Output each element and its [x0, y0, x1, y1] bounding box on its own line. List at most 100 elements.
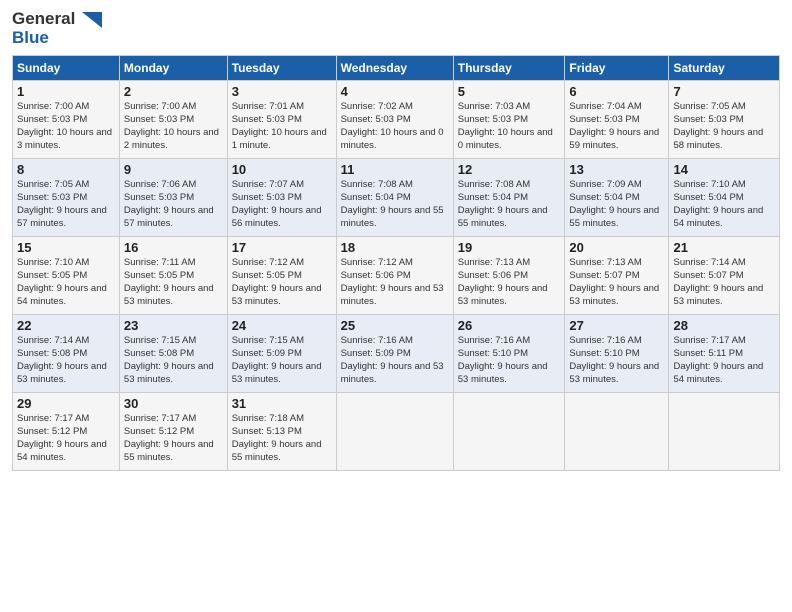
- day-number: 24: [232, 318, 332, 333]
- calendar-week-4: 22 Sunrise: 7:14 AMSunset: 5:08 PMDaylig…: [13, 315, 780, 393]
- day-info: Sunrise: 7:00 AMSunset: 5:03 PMDaylight:…: [124, 101, 223, 152]
- calendar-cell: 15 Sunrise: 7:10 AMSunset: 5:05 PMDaylig…: [13, 237, 120, 315]
- day-info: Sunrise: 7:13 AMSunset: 5:06 PMDaylight:…: [458, 257, 561, 308]
- day-info: Sunrise: 7:17 AMSunset: 5:12 PMDaylight:…: [124, 413, 223, 464]
- day-number: 22: [17, 318, 115, 333]
- calendar-cell: 11 Sunrise: 7:08 AMSunset: 5:04 PMDaylig…: [336, 159, 453, 237]
- weekday-header-monday: Monday: [119, 56, 227, 81]
- day-info: Sunrise: 7:15 AMSunset: 5:09 PMDaylight:…: [232, 335, 332, 386]
- calendar-cell: 26 Sunrise: 7:16 AMSunset: 5:10 PMDaylig…: [453, 315, 565, 393]
- day-number: 23: [124, 318, 223, 333]
- calendar-body: 1 Sunrise: 7:00 AMSunset: 5:03 PMDayligh…: [13, 81, 780, 471]
- day-info: Sunrise: 7:12 AMSunset: 5:06 PMDaylight:…: [341, 257, 449, 308]
- day-info: Sunrise: 7:18 AMSunset: 5:13 PMDaylight:…: [232, 413, 332, 464]
- calendar-cell: 14 Sunrise: 7:10 AMSunset: 5:04 PMDaylig…: [669, 159, 780, 237]
- calendar-cell: 30 Sunrise: 7:17 AMSunset: 5:12 PMDaylig…: [119, 393, 227, 471]
- day-number: 1: [17, 84, 115, 99]
- weekday-header-friday: Friday: [565, 56, 669, 81]
- calendar-table: SundayMondayTuesdayWednesdayThursdayFrid…: [12, 55, 780, 471]
- day-info: Sunrise: 7:06 AMSunset: 5:03 PMDaylight:…: [124, 179, 223, 230]
- day-number: 6: [569, 84, 664, 99]
- calendar-cell: 6 Sunrise: 7:04 AMSunset: 5:03 PMDayligh…: [565, 81, 669, 159]
- day-info: Sunrise: 7:05 AMSunset: 5:03 PMDaylight:…: [17, 179, 115, 230]
- day-info: Sunrise: 7:09 AMSunset: 5:04 PMDaylight:…: [569, 179, 664, 230]
- calendar-cell: 28 Sunrise: 7:17 AMSunset: 5:11 PMDaylig…: [669, 315, 780, 393]
- calendar-cell: 4 Sunrise: 7:02 AMSunset: 5:03 PMDayligh…: [336, 81, 453, 159]
- day-info: Sunrise: 7:10 AMSunset: 5:05 PMDaylight:…: [17, 257, 115, 308]
- page-container: General Blue SundayMondayTuesdayWednesda…: [0, 0, 792, 481]
- day-number: 10: [232, 162, 332, 177]
- day-info: Sunrise: 7:04 AMSunset: 5:03 PMDaylight:…: [569, 101, 664, 152]
- day-number: 26: [458, 318, 561, 333]
- calendar-cell: 5 Sunrise: 7:03 AMSunset: 5:03 PMDayligh…: [453, 81, 565, 159]
- day-number: 25: [341, 318, 449, 333]
- day-info: Sunrise: 7:16 AMSunset: 5:09 PMDaylight:…: [341, 335, 449, 386]
- day-number: 3: [232, 84, 332, 99]
- day-info: Sunrise: 7:08 AMSunset: 5:04 PMDaylight:…: [341, 179, 449, 230]
- calendar-cell: 22 Sunrise: 7:14 AMSunset: 5:08 PMDaylig…: [13, 315, 120, 393]
- calendar-cell: 10 Sunrise: 7:07 AMSunset: 5:03 PMDaylig…: [227, 159, 336, 237]
- day-number: 12: [458, 162, 561, 177]
- calendar-cell: 3 Sunrise: 7:01 AMSunset: 5:03 PMDayligh…: [227, 81, 336, 159]
- day-info: Sunrise: 7:15 AMSunset: 5:08 PMDaylight:…: [124, 335, 223, 386]
- day-info: Sunrise: 7:05 AMSunset: 5:03 PMDaylight:…: [673, 101, 775, 152]
- calendar-cell: 1 Sunrise: 7:00 AMSunset: 5:03 PMDayligh…: [13, 81, 120, 159]
- day-info: Sunrise: 7:07 AMSunset: 5:03 PMDaylight:…: [232, 179, 332, 230]
- day-number: 20: [569, 240, 664, 255]
- calendar-cell: 13 Sunrise: 7:09 AMSunset: 5:04 PMDaylig…: [565, 159, 669, 237]
- day-number: 27: [569, 318, 664, 333]
- calendar-header-row: SundayMondayTuesdayWednesdayThursdayFrid…: [13, 56, 780, 81]
- day-info: Sunrise: 7:02 AMSunset: 5:03 PMDaylight:…: [341, 101, 449, 152]
- page-header: General Blue: [12, 10, 780, 47]
- day-number: 5: [458, 84, 561, 99]
- day-number: 16: [124, 240, 223, 255]
- calendar-cell: 31 Sunrise: 7:18 AMSunset: 5:13 PMDaylig…: [227, 393, 336, 471]
- day-number: 21: [673, 240, 775, 255]
- calendar-cell: 19 Sunrise: 7:13 AMSunset: 5:06 PMDaylig…: [453, 237, 565, 315]
- calendar-cell: 8 Sunrise: 7:05 AMSunset: 5:03 PMDayligh…: [13, 159, 120, 237]
- calendar-week-3: 15 Sunrise: 7:10 AMSunset: 5:05 PMDaylig…: [13, 237, 780, 315]
- day-info: Sunrise: 7:00 AMSunset: 5:03 PMDaylight:…: [17, 101, 115, 152]
- calendar-cell: 21 Sunrise: 7:14 AMSunset: 5:07 PMDaylig…: [669, 237, 780, 315]
- weekday-header-tuesday: Tuesday: [227, 56, 336, 81]
- calendar-week-1: 1 Sunrise: 7:00 AMSunset: 5:03 PMDayligh…: [13, 81, 780, 159]
- day-number: 18: [341, 240, 449, 255]
- calendar-cell: 9 Sunrise: 7:06 AMSunset: 5:03 PMDayligh…: [119, 159, 227, 237]
- day-number: 30: [124, 396, 223, 411]
- weekday-header-saturday: Saturday: [669, 56, 780, 81]
- day-info: Sunrise: 7:11 AMSunset: 5:05 PMDaylight:…: [124, 257, 223, 308]
- day-number: 8: [17, 162, 115, 177]
- calendar-cell: 23 Sunrise: 7:15 AMSunset: 5:08 PMDaylig…: [119, 315, 227, 393]
- day-info: Sunrise: 7:01 AMSunset: 5:03 PMDaylight:…: [232, 101, 332, 152]
- weekday-header-wednesday: Wednesday: [336, 56, 453, 81]
- day-number: 7: [673, 84, 775, 99]
- logo-text: General Blue: [12, 10, 102, 47]
- day-number: 4: [341, 84, 449, 99]
- day-info: Sunrise: 7:16 AMSunset: 5:10 PMDaylight:…: [569, 335, 664, 386]
- day-number: 2: [124, 84, 223, 99]
- day-info: Sunrise: 7:13 AMSunset: 5:07 PMDaylight:…: [569, 257, 664, 308]
- calendar-cell: 18 Sunrise: 7:12 AMSunset: 5:06 PMDaylig…: [336, 237, 453, 315]
- calendar-cell: 2 Sunrise: 7:00 AMSunset: 5:03 PMDayligh…: [119, 81, 227, 159]
- calendar-cell: [565, 393, 669, 471]
- day-info: Sunrise: 7:03 AMSunset: 5:03 PMDaylight:…: [458, 101, 561, 152]
- day-number: 11: [341, 162, 449, 177]
- calendar-week-2: 8 Sunrise: 7:05 AMSunset: 5:03 PMDayligh…: [13, 159, 780, 237]
- day-number: 31: [232, 396, 332, 411]
- calendar-cell: 12 Sunrise: 7:08 AMSunset: 5:04 PMDaylig…: [453, 159, 565, 237]
- day-info: Sunrise: 7:12 AMSunset: 5:05 PMDaylight:…: [232, 257, 332, 308]
- day-info: Sunrise: 7:08 AMSunset: 5:04 PMDaylight:…: [458, 179, 561, 230]
- day-number: 9: [124, 162, 223, 177]
- day-number: 13: [569, 162, 664, 177]
- day-number: 29: [17, 396, 115, 411]
- day-number: 19: [458, 240, 561, 255]
- day-info: Sunrise: 7:16 AMSunset: 5:10 PMDaylight:…: [458, 335, 561, 386]
- calendar-cell: [669, 393, 780, 471]
- calendar-cell: 20 Sunrise: 7:13 AMSunset: 5:07 PMDaylig…: [565, 237, 669, 315]
- day-number: 17: [232, 240, 332, 255]
- day-info: Sunrise: 7:14 AMSunset: 5:07 PMDaylight:…: [673, 257, 775, 308]
- calendar-cell: 7 Sunrise: 7:05 AMSunset: 5:03 PMDayligh…: [669, 81, 780, 159]
- calendar-cell: [453, 393, 565, 471]
- day-number: 14: [673, 162, 775, 177]
- day-info: Sunrise: 7:17 AMSunset: 5:11 PMDaylight:…: [673, 335, 775, 386]
